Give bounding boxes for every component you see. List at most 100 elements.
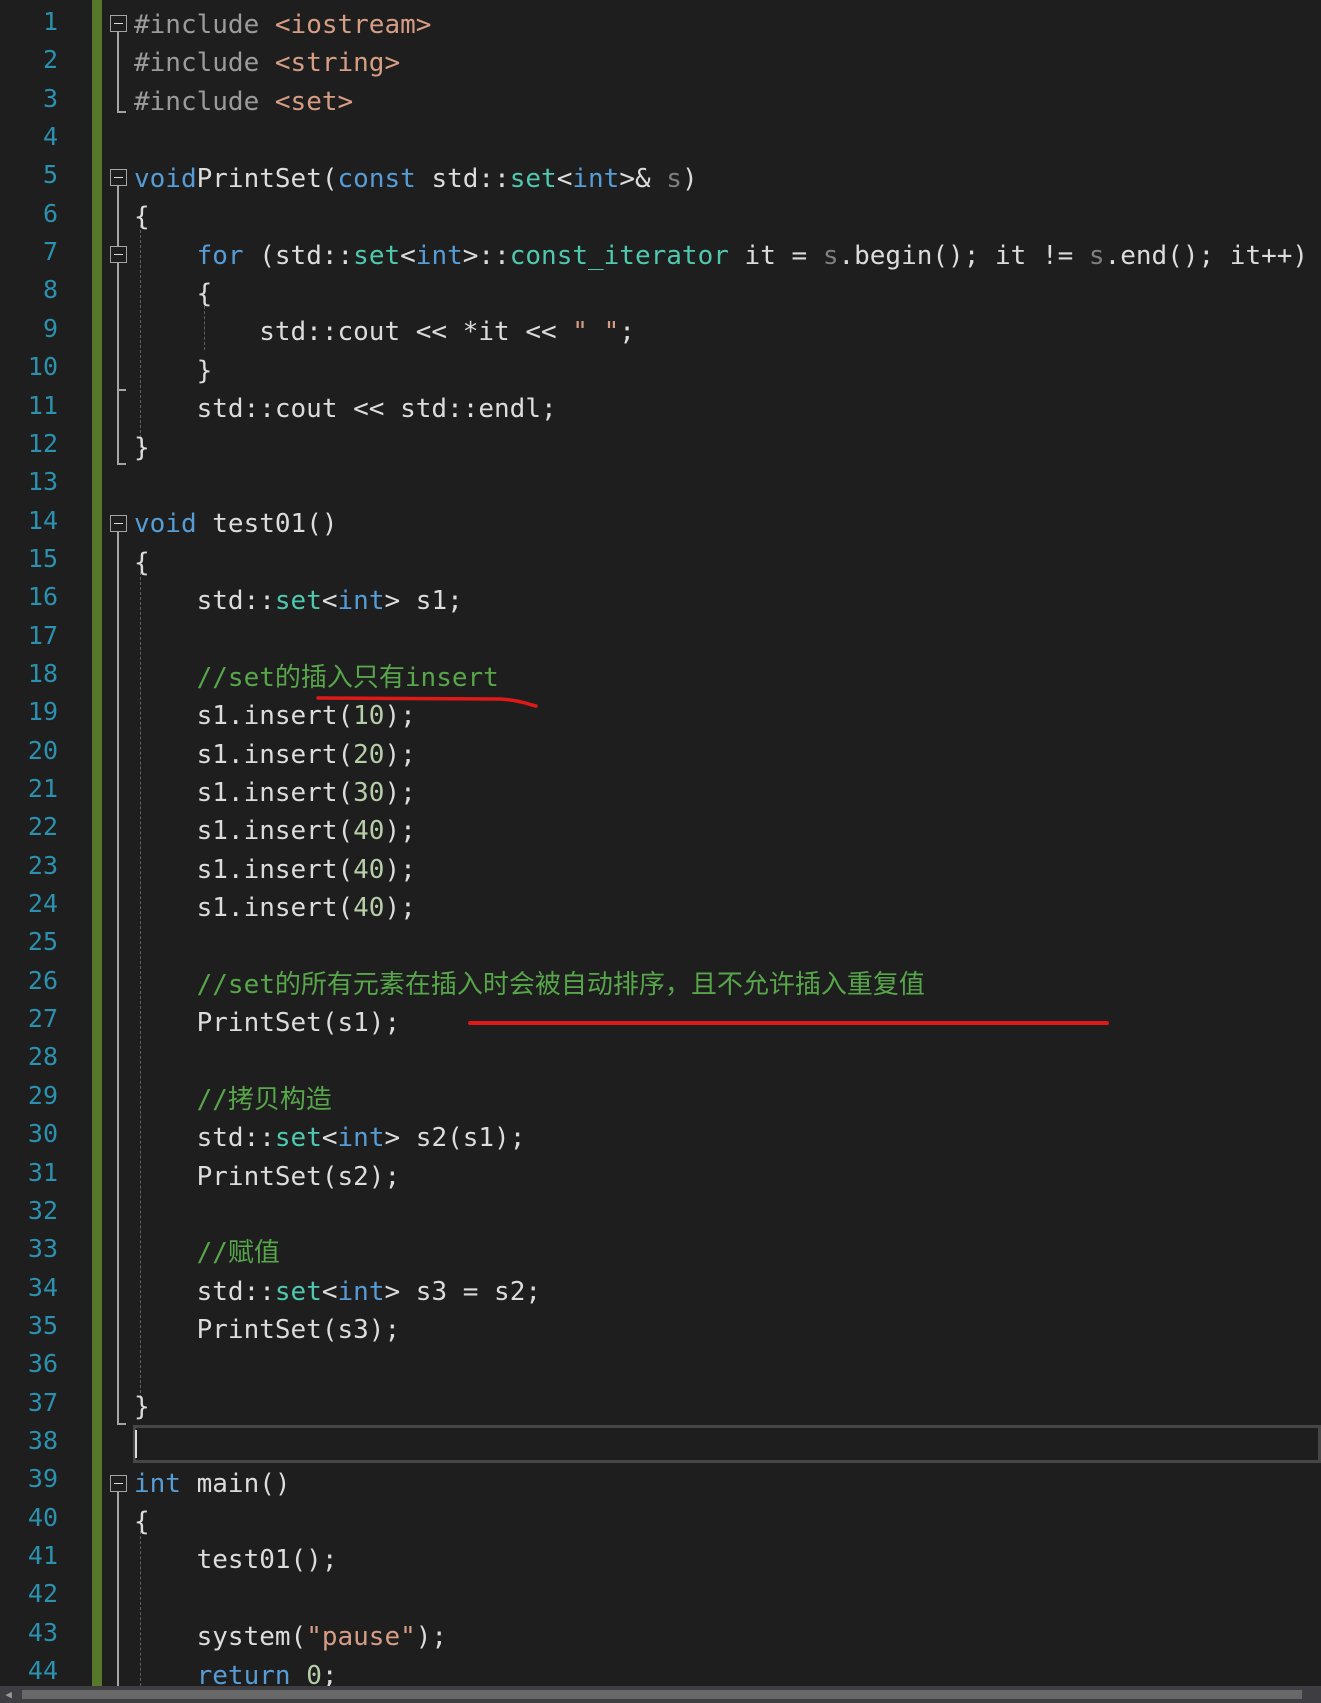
code-line-37[interactable]: } <box>134 1388 150 1426</box>
code-token: test01(); <box>134 1545 338 1575</box>
line-number: 29 <box>27 1080 58 1110</box>
code-line-15[interactable]: { <box>134 544 150 582</box>
code-token: system( <box>134 1622 307 1652</box>
code-line-3[interactable]: #include <set> <box>134 83 353 121</box>
code-token: ) <box>681 164 698 194</box>
code-line-2[interactable]: #include <string> <box>134 44 400 82</box>
code-token: } <box>134 1392 150 1422</box>
code-line-41[interactable]: test01(); <box>134 1541 338 1579</box>
line-number: 35 <box>27 1310 58 1340</box>
code-token: PrintSet( <box>196 164 338 194</box>
code-line-5[interactable]: voidPrintSet(const std::set<int>& s) <box>134 160 698 198</box>
line-number: 5 <box>42 160 58 190</box>
code-token: 0 <box>306 1661 322 1686</box>
code-token: std::cout << *it << <box>134 317 573 347</box>
code-token: void <box>134 509 197 539</box>
line-number: 4 <box>42 122 58 152</box>
code-editor[interactable]: 1 2 3 4 5 6 7 8 9 10 11 12 13 14 15 16 17 18 19 20 21 22 23 24 2… <box>0 0 1321 1686</box>
code-line-29[interactable]: //拷贝构造 <box>134 1081 332 1119</box>
code-token: int <box>572 164 620 194</box>
code-token: s1.insert( <box>134 778 354 808</box>
code-line-27[interactable]: PrintSet(s1); <box>134 1004 401 1042</box>
fold-toggle-icon[interactable] <box>110 15 127 32</box>
code-token: 10 <box>353 701 385 731</box>
code-token: s1.insert( <box>134 701 354 731</box>
fold-toggle-icon[interactable] <box>110 246 127 263</box>
code-line-33[interactable]: //赋值 <box>134 1234 280 1272</box>
code-token: ); <box>384 740 416 770</box>
code-token: int <box>134 1469 181 1499</box>
code-line-12[interactable]: } <box>134 429 150 467</box>
code-token: set <box>274 1123 322 1153</box>
fold-toggle-icon[interactable] <box>110 515 127 532</box>
code-line-44[interactable]: return 0; <box>134 1657 338 1686</box>
code-line-19[interactable]: s1.insert(10); <box>134 697 416 735</box>
code-token: < <box>556 164 573 194</box>
code-token: #include <box>134 87 275 117</box>
code-token: //set的插入只有insert <box>196 663 499 693</box>
outline-bracket <box>117 463 126 465</box>
arrow-left-icon[interactable]: ◀ <box>0 1686 17 1703</box>
code-token: > s3 = s2; <box>384 1277 542 1307</box>
line-number: 41 <box>27 1541 58 1570</box>
code-line-9[interactable]: std::cout << *it << " "; <box>134 313 635 351</box>
code-line-23[interactable]: s1.insert(40); <box>134 851 416 889</box>
code-token: .end(); it++) <box>1104 241 1309 271</box>
code-token: " " <box>572 317 620 347</box>
code-line-39[interactable]: int main() <box>134 1465 291 1503</box>
code-token: int <box>415 241 463 271</box>
code-line-11[interactable]: std::cout << std::endl; <box>134 390 557 428</box>
outline-bracket <box>117 30 119 112</box>
code-token: s1.insert( <box>134 893 354 923</box>
code-line-1[interactable]: #include <iostream> <box>134 6 431 44</box>
line-number: 7 <box>42 237 58 267</box>
code-line-22[interactable]: s1.insert(40); <box>134 812 416 850</box>
code-line-20[interactable]: s1.insert(20); <box>134 736 416 774</box>
outline-bracket <box>117 1423 126 1425</box>
line-number: 12 <box>27 428 58 458</box>
horizontal-scrollbar[interactable]: ◀ <box>0 1686 1321 1703</box>
code-line-24[interactable]: s1.insert(40); <box>134 889 416 927</box>
code-line-40[interactable]: { <box>134 1503 150 1541</box>
code-token: < <box>321 586 338 616</box>
code-token: 20 <box>353 740 385 770</box>
code-line-21[interactable]: s1.insert(30); <box>134 774 416 812</box>
scrollbar-thumb[interactable] <box>22 1690 1302 1699</box>
code-token: 40 <box>353 855 385 885</box>
fold-toggle-icon[interactable] <box>110 1475 127 1492</box>
code-token: set <box>509 164 557 194</box>
line-number: 1 <box>42 7 58 36</box>
code-line-34[interactable]: std::set<int> s3 = s2; <box>134 1273 541 1311</box>
text-caret <box>135 1430 137 1458</box>
code-token: { <box>134 202 150 232</box>
code-token: s1.insert( <box>134 855 354 885</box>
code-line-16[interactable]: std::set<int> s1; <box>134 582 463 620</box>
code-token: return <box>196 1661 291 1686</box>
line-number: 28 <box>27 1042 58 1072</box>
code-line-35[interactable]: PrintSet(s3); <box>134 1311 401 1349</box>
code-line-7[interactable]: for (std::set<int>::const_iterator it = … <box>134 237 1308 275</box>
code-line-26[interactable]: //set的所有元素在插入时会被自动排序，且不允许插入重复值 <box>134 966 925 1004</box>
line-number: 18 <box>27 658 58 688</box>
code-line-31[interactable]: PrintSet(s2); <box>134 1158 401 1196</box>
code-line-18[interactable]: //set的插入只有insert <box>134 659 499 697</box>
code-token: } <box>134 356 213 386</box>
code-token: main() <box>180 1469 291 1499</box>
code-token: int <box>337 1123 385 1153</box>
code-token: PrintSet(s2); <box>134 1162 401 1192</box>
line-number: 26 <box>27 965 58 995</box>
code-line-30[interactable]: std::set<int> s2(s1); <box>134 1119 526 1157</box>
code-line-8[interactable]: { <box>134 275 213 313</box>
line-number: 16 <box>27 582 58 612</box>
line-number: 19 <box>27 697 58 727</box>
code-token: PrintSet(s3); <box>134 1315 401 1345</box>
outline-bracket <box>117 1491 119 1686</box>
line-number: 40 <box>27 1502 58 1532</box>
code-line-10[interactable]: } <box>134 352 213 390</box>
code-line-43[interactable]: system("pause"); <box>134 1618 447 1656</box>
code-token: test01() <box>196 509 338 539</box>
code-line-14[interactable]: void test01() <box>134 505 338 543</box>
fold-toggle-icon[interactable] <box>110 169 127 186</box>
code-line-6[interactable]: { <box>134 198 150 236</box>
